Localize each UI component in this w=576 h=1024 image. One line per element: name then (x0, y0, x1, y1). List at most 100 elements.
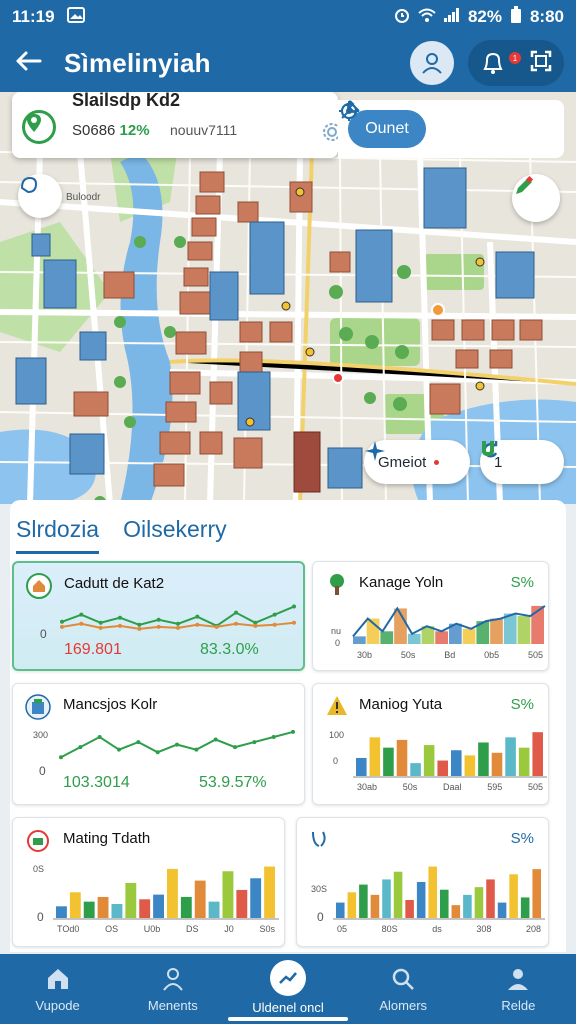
x-tick: 50s (402, 782, 418, 792)
refresh-icon[interactable] (341, 100, 464, 141)
x-tick: 0b5 (484, 650, 500, 660)
data-point (195, 622, 200, 627)
card-value-left: 169.801 (64, 641, 122, 658)
y-tick: 0 (317, 910, 324, 924)
data-point (97, 734, 102, 739)
stat-card-1[interactable]: Cadutt de Kat2 0 169.801 83.3.0% (12, 561, 305, 671)
area-bar (380, 631, 394, 644)
y-tick: 0 (39, 764, 46, 778)
nav-label: Relde (501, 998, 536, 1013)
bar (83, 901, 95, 918)
area-bar (462, 628, 476, 644)
map-chip-count[interactable]: 1 (480, 440, 564, 484)
data-point (214, 624, 219, 629)
data-point (98, 625, 103, 630)
card-title: Cadutt de Kat2 (64, 575, 165, 592)
data-point (195, 614, 200, 619)
nav-item-relde[interactable]: Relde (461, 954, 576, 1024)
chip-dot (434, 459, 440, 465)
warning-icon (325, 694, 351, 720)
bar (405, 900, 414, 918)
tab-slrdozia[interactable]: Slrdozia (16, 516, 100, 554)
data-point (175, 742, 179, 747)
search-heading: Slailsdp Kd2 (72, 92, 181, 110)
tab-oilsekerry[interactable]: Oilsekerry (123, 516, 227, 554)
x-axis: 30b 50s Bd 0b5 505 (357, 650, 543, 660)
back-arrow-icon[interactable] (14, 50, 42, 77)
y-tick: 100 (329, 730, 345, 740)
bar (474, 887, 484, 918)
nav-label: Uldenel oncl (252, 1000, 324, 1015)
card-title: Kanage Yoln (359, 574, 444, 591)
bar (497, 902, 507, 918)
x-tick: DS (186, 924, 199, 934)
nav-label: Alomers (379, 998, 428, 1013)
status-time: 11:19 (12, 7, 55, 26)
notification-badge: 1 (509, 52, 521, 64)
data-point (137, 626, 142, 631)
magnet-icon (482, 441, 494, 456)
bar (264, 866, 275, 918)
area-bar (353, 636, 366, 644)
nav-item-uldenel[interactable]: Uldenel oncl (230, 954, 345, 1024)
x-axis: TOd0 OS U0b DS J0 S0s (57, 924, 275, 934)
x-tick: 308 (476, 924, 492, 934)
card-percent: S% (510, 574, 534, 591)
expand-button[interactable] (529, 49, 553, 78)
stat-card-5[interactable]: Mating Tdath 0S 0 TOd0 OS U0b DS J0 S0s (12, 817, 285, 947)
x-tick: 505 (527, 782, 543, 792)
user-icon (422, 53, 442, 74)
locate-icon[interactable] (339, 101, 540, 141)
y-tick: 0 (335, 638, 341, 648)
card-percent: S% (510, 696, 534, 713)
card-title: Maniog Yuta (359, 696, 443, 713)
card-value-right: 83.3.0% (200, 641, 259, 658)
x-tick: 80S (381, 924, 398, 934)
bar (532, 732, 543, 776)
y-tick: 300 (33, 730, 49, 740)
data-point (118, 623, 122, 628)
bar (208, 901, 220, 918)
data-point (156, 624, 161, 629)
bar (451, 750, 462, 776)
data-point (291, 729, 295, 734)
pin-tool-icon[interactable] (341, 100, 502, 141)
data-point (60, 624, 64, 629)
stat-card-4[interactable]: Maniog Yuta S% 100 0 30ab 50s Daal 595 5… (312, 683, 549, 805)
card-percent: S% (510, 830, 534, 847)
card-4-bar-chart (353, 732, 547, 778)
data-point (137, 622, 142, 627)
x-tick: 05 (337, 924, 348, 934)
search-card[interactable]: Slailsdp Kd2 S0686 12% nouuv7111 (12, 92, 341, 158)
stat-card-2[interactable]: Kanage Yoln S% nu 0 30b 50s Bd 0b5 505 (312, 561, 549, 671)
edit-route-button[interactable] (512, 174, 560, 222)
stat-card-3[interactable]: Mancsjos Kolr 300 0 103.3014 53.9.57% (12, 683, 305, 805)
person-icon (158, 964, 188, 994)
nav-item-vupode[interactable]: Vupode (0, 954, 115, 1024)
y-tick: 0 (40, 627, 47, 641)
y-tick: 0 (37, 910, 44, 924)
pencil-icon (516, 175, 534, 194)
data-point (59, 755, 63, 760)
map-toolbar: Ounet (338, 100, 564, 158)
compass-button[interactable] (18, 174, 62, 218)
expand-icon (530, 50, 552, 71)
battery-icon (510, 5, 522, 29)
map-chip-gmeiot[interactable]: Gmeiot (364, 440, 470, 484)
bar (382, 879, 391, 918)
bar (56, 906, 67, 918)
data-point (155, 750, 160, 755)
notification-button[interactable]: 1 (479, 49, 521, 77)
nav-item-alomers[interactable]: Alomers (346, 954, 461, 1024)
leaf-icon (309, 828, 335, 854)
data-point (79, 612, 84, 617)
bar (69, 892, 81, 918)
city-map[interactable]: Slailsdp Kd2 S0686 12% nouuv7111 Ounet B… (0, 92, 576, 504)
x-tick: U0b (143, 924, 161, 934)
profile-button[interactable] (410, 41, 454, 85)
sparkle-icon (365, 441, 385, 461)
compass-icon (20, 176, 38, 194)
y-tick: nu (331, 626, 342, 636)
stat-card-6[interactable]: S% 30S 0 05 80S ds 308 208 (296, 817, 549, 947)
nav-item-menents[interactable]: Menents (115, 954, 230, 1024)
